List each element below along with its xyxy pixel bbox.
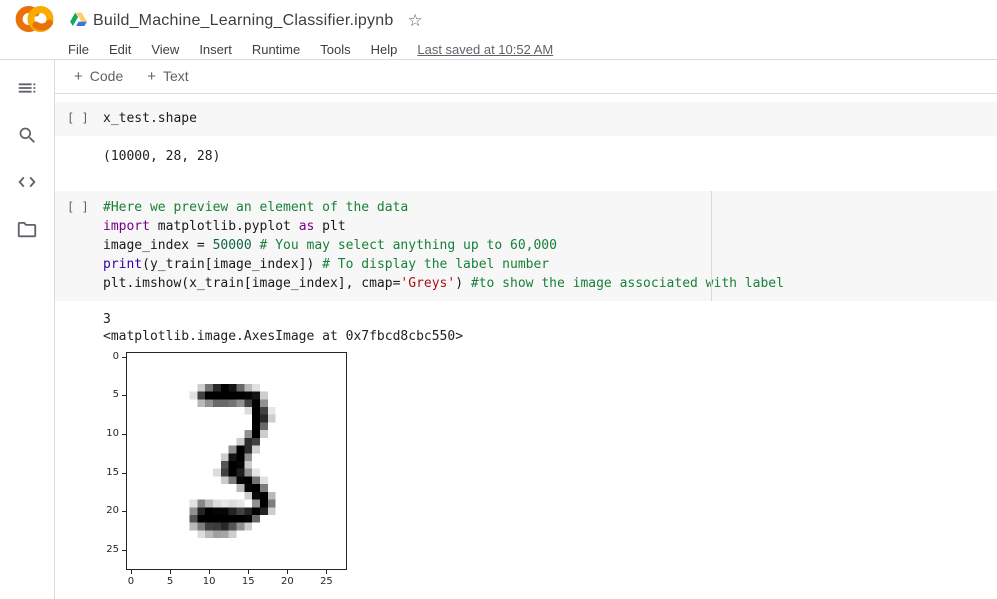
x-tick-label: 5 [166, 576, 174, 587]
y-tick [122, 472, 126, 474]
code-line: import matplotlib.pyplot as plt [103, 219, 346, 234]
left-sidebar [0, 60, 55, 599]
mnist-digit-image [127, 353, 346, 569]
x-tick-label: 0 [127, 576, 135, 587]
y-tick-label: 25 [106, 543, 119, 555]
column-ruler [711, 191, 712, 301]
x-tick [248, 570, 250, 574]
menu-item-runtime[interactable]: Runtime [242, 40, 310, 59]
x-tick [326, 570, 328, 574]
y-tick-label: 5 [112, 389, 119, 401]
menu-item-view[interactable]: View [141, 40, 189, 59]
files-icon[interactable] [15, 217, 39, 241]
code-line: image_index = 50000 # You may select any… [103, 238, 557, 253]
x-tick [170, 570, 172, 574]
run-cell-button[interactable]: [ ] [67, 109, 103, 128]
code-line: print(y_train[image_index]) # To display… [103, 257, 550, 272]
code-editor-1[interactable]: x_test.shape [103, 109, 997, 128]
x-tick-label: 20 [280, 576, 294, 587]
menu-item-file[interactable]: File [58, 40, 99, 59]
code-cell-2[interactable]: [ ] #Here we preview an element of the d… [55, 191, 997, 301]
output-line: (10000, 28, 28) [103, 149, 221, 164]
add-text-label: Text [163, 68, 189, 84]
notebook-scroll-area[interactable]: [ ] x_test.shape (10000, 28, 28) [ ] #He… [55, 94, 997, 599]
x-tick [287, 570, 289, 574]
search-icon[interactable] [15, 123, 39, 147]
y-tick-label: 15 [106, 466, 119, 478]
x-tick-label: 25 [320, 576, 333, 587]
add-code-button[interactable]: + Code [62, 64, 135, 89]
table-of-contents-icon[interactable] [15, 76, 39, 100]
y-tick-label: 20 [106, 505, 119, 517]
cell-1-output: (10000, 28, 28) [103, 148, 997, 165]
code-line: x_test.shape [103, 111, 197, 126]
cell-2-output: 3 <matplotlib.image.AxesImage at 0x7fbcd8… [103, 311, 997, 345]
plus-icon: + [147, 68, 156, 85]
menu-item-help[interactable]: Help [361, 40, 408, 59]
star-icon[interactable]: ☆ [407, 11, 422, 31]
y-tick [122, 434, 126, 435]
colab-logo-icon[interactable] [10, 4, 54, 39]
code-line: plt.imshow(x_train[image_index], cmap='G… [103, 276, 784, 291]
y-tick-label: 0 [112, 350, 119, 362]
x-tick-label: 15 [241, 576, 255, 587]
menu-item-tools[interactable]: Tools [310, 40, 360, 59]
x-tick [130, 570, 132, 574]
plus-icon: + [74, 68, 83, 85]
run-cell-button[interactable]: [ ] [67, 198, 103, 293]
add-code-label: Code [89, 68, 124, 84]
output-line: 3 [103, 312, 111, 327]
plot-axes [126, 352, 347, 570]
y-tick [122, 395, 126, 397]
notebook-title[interactable]: Build_Machine_Learning_Classifier.ipynb [93, 12, 393, 30]
last-saved-link[interactable]: Last saved at 10:52 AM [417, 42, 553, 57]
code-cell-1[interactable]: [ ] x_test.shape [55, 102, 997, 136]
menu-item-insert[interactable]: Insert [189, 40, 242, 59]
code-line: #Here we preview an element of the data [103, 200, 409, 215]
menu-item-edit[interactable]: Edit [99, 40, 141, 59]
code-editor-2[interactable]: #Here we preview an element of the data i… [103, 198, 997, 293]
app-header: Build_Machine_Learning_Classifier.ipynb … [0, 0, 997, 60]
y-tick [122, 511, 126, 513]
code-snippets-icon[interactable] [15, 170, 39, 194]
y-tick [122, 549, 126, 551]
notebook-toolbar: + Code + Text [55, 60, 997, 94]
x-tick-label: 10 [202, 576, 216, 587]
add-text-button[interactable]: + Text [135, 64, 200, 89]
google-drive-icon [70, 11, 87, 31]
menu-bar: File Edit View Insert Runtime Tools Help Last s… [58, 38, 997, 60]
output-line: <matplotlib.image.AxesImage at 0x7fbcd8c… [103, 329, 464, 344]
x-tick [209, 570, 211, 574]
matplotlib-figure: 0 5 10 15 20 25 0 5 10 15 20 25 [55, 347, 997, 597]
y-tick-label: 10 [106, 428, 119, 439]
y-tick [122, 356, 126, 358]
